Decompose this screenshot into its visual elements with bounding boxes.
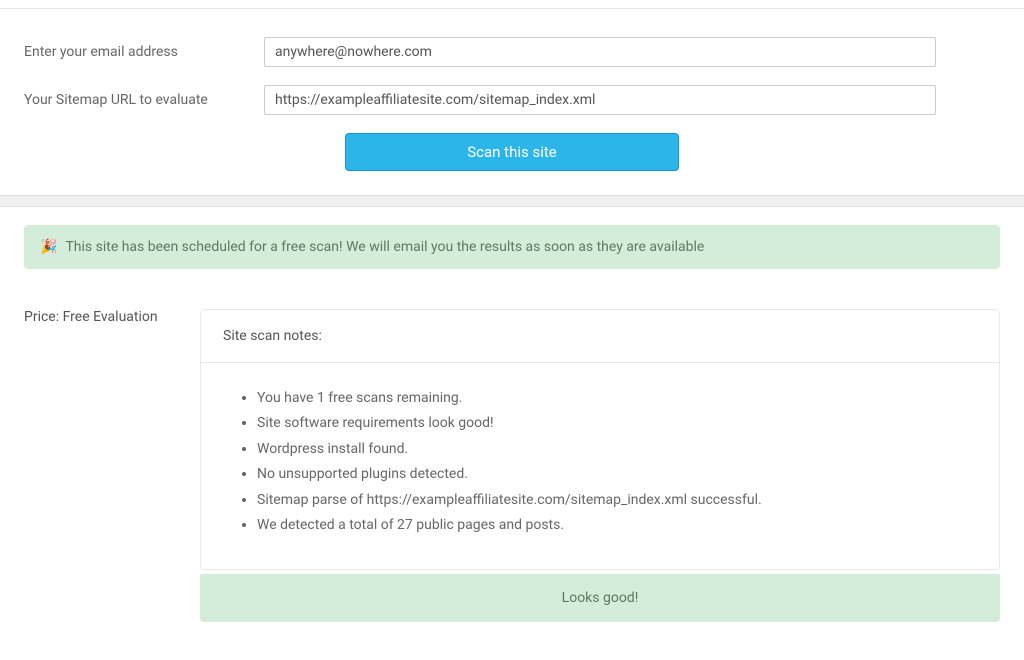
notes-body: You have 1 free scans remaining. Site so… (201, 363, 999, 569)
notes-card: Site scan notes: You have 1 free scans r… (200, 309, 1000, 570)
results-section: Price: Free Evaluation Site scan notes: … (0, 269, 1024, 646)
list-item: Wordpress install found. (257, 438, 977, 460)
notes-column: Site scan notes: You have 1 free scans r… (200, 309, 1000, 622)
email-label: Enter your email address (24, 44, 264, 60)
sitemap-input[interactable] (264, 85, 936, 115)
button-row: Scan this site (24, 133, 1000, 171)
alert-wrapper: 🎉 This site has been scheduled for a fre… (0, 207, 1024, 269)
scan-button[interactable]: Scan this site (345, 133, 679, 171)
sitemap-row: Your Sitemap URL to evaluate (24, 85, 1000, 115)
looks-good-banner: Looks good! (200, 574, 1000, 622)
notes-list: You have 1 free scans remaining. Site so… (223, 387, 977, 536)
price-column: Price: Free Evaluation (24, 309, 200, 622)
list-item: Sitemap parse of https://exampleaffiliat… (257, 489, 977, 511)
sitemap-label: Your Sitemap URL to evaluate (24, 92, 264, 108)
alert-success: 🎉 This site has been scheduled for a fre… (24, 225, 1000, 269)
alert-message: This site has been scheduled for a free … (65, 239, 704, 255)
form-section: Enter your email address Your Sitemap UR… (0, 9, 1024, 195)
party-icon: 🎉 (40, 239, 57, 255)
list-item: We detected a total of 27 public pages a… (257, 514, 977, 536)
email-input[interactable] (264, 37, 936, 67)
notes-header: Site scan notes: (201, 310, 999, 363)
email-row: Enter your email address (24, 37, 1000, 67)
price-label: Price: Free Evaluation (24, 309, 200, 325)
list-item: Site software requirements look good! (257, 412, 977, 434)
list-item: No unsupported plugins detected. (257, 463, 977, 485)
list-item: You have 1 free scans remaining. (257, 387, 977, 409)
section-divider (0, 195, 1024, 207)
